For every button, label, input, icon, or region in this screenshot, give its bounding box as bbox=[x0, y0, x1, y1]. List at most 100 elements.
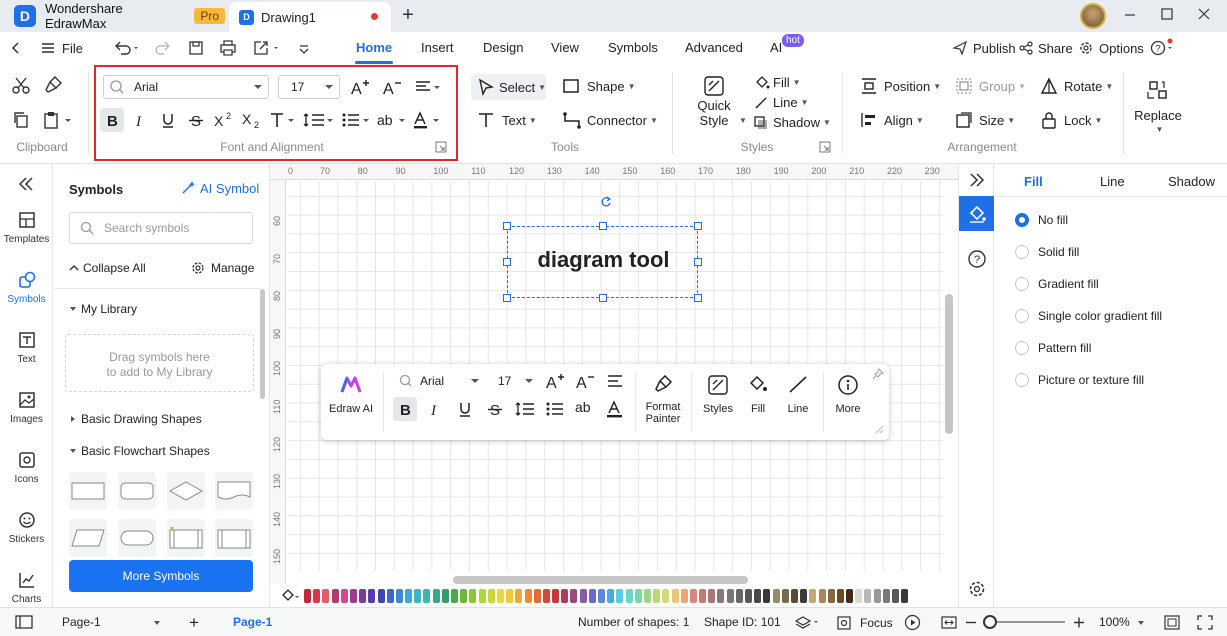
page-select[interactable]: Page-1 bbox=[62, 608, 162, 636]
basic-drawing-shapes-section[interactable]: Basic Drawing Shapes bbox=[68, 412, 202, 426]
rail-item-templates[interactable]: Templates bbox=[0, 209, 53, 245]
color-swatch[interactable] bbox=[414, 589, 422, 603]
color-swatch[interactable] bbox=[846, 589, 854, 603]
increase-font-button[interactable]: A bbox=[348, 75, 372, 99]
fill-option-single-gradient[interactable]: Single color gradient fill bbox=[1015, 307, 1162, 325]
line-button[interactable]: Line ▼ bbox=[754, 95, 809, 110]
color-swatch[interactable] bbox=[340, 589, 348, 603]
color-swatch[interactable] bbox=[487, 589, 495, 603]
pin-toolbar-button[interactable] bbox=[872, 368, 884, 380]
minimize-button[interactable] bbox=[1112, 0, 1148, 30]
tab-symbols[interactable]: Symbols bbox=[608, 32, 658, 64]
zoom-slider-track[interactable] bbox=[985, 621, 1065, 623]
save-button[interactable] bbox=[187, 39, 205, 57]
line-spacing-button[interactable] bbox=[302, 108, 336, 132]
color-swatch[interactable] bbox=[542, 589, 550, 603]
shape-tool-button[interactable]: Shape ▼ bbox=[562, 77, 636, 95]
shadow-button[interactable]: Shadow ▼ bbox=[754, 115, 831, 130]
zoom-in-button[interactable] bbox=[1071, 614, 1087, 631]
tab-shadow[interactable]: Shadow bbox=[1168, 174, 1215, 189]
resize-handle[interactable] bbox=[503, 294, 511, 302]
color-swatch[interactable] bbox=[368, 589, 376, 603]
color-swatch[interactable] bbox=[754, 589, 762, 603]
float-font-family-select[interactable]: Arial bbox=[395, 370, 483, 392]
color-swatch[interactable] bbox=[708, 589, 716, 603]
fit-page-button[interactable] bbox=[1163, 614, 1181, 631]
text-direction-button[interactable]: ab bbox=[376, 108, 408, 132]
color-swatch[interactable] bbox=[790, 589, 798, 603]
resize-handle[interactable] bbox=[694, 294, 702, 302]
color-swatch[interactable] bbox=[689, 589, 697, 603]
tab-insert[interactable]: Insert bbox=[421, 32, 454, 64]
color-swatch[interactable] bbox=[699, 589, 707, 603]
color-swatch[interactable] bbox=[800, 589, 808, 603]
color-swatch[interactable] bbox=[662, 589, 670, 603]
float-line-button[interactable]: Line bbox=[781, 374, 815, 415]
fill-option-none[interactable]: No fill bbox=[1015, 211, 1068, 229]
float-font-color-button[interactable] bbox=[603, 397, 627, 421]
color-swatch[interactable] bbox=[634, 589, 642, 603]
format-brush-button[interactable] bbox=[42, 74, 64, 96]
bullet-list-button[interactable] bbox=[340, 108, 372, 132]
color-swatch[interactable] bbox=[377, 589, 385, 603]
symbols-scrollbar[interactable] bbox=[260, 289, 265, 399]
color-swatch[interactable] bbox=[423, 589, 431, 603]
fit-width-button[interactable] bbox=[940, 614, 958, 631]
color-swatch[interactable] bbox=[533, 589, 541, 603]
share-button[interactable]: Share bbox=[1018, 32, 1073, 64]
color-swatch[interactable] bbox=[809, 589, 817, 603]
tab-home[interactable]: Home bbox=[356, 32, 392, 64]
export-button[interactable] bbox=[252, 39, 282, 57]
float-increase-font-button[interactable]: A bbox=[543, 369, 567, 393]
resize-handle[interactable] bbox=[599, 294, 607, 302]
bold-button[interactable]: B bbox=[100, 108, 124, 132]
predefined-process-shape[interactable] bbox=[167, 519, 205, 557]
color-swatch[interactable] bbox=[818, 589, 826, 603]
float-strikethrough-button[interactable]: S bbox=[483, 397, 507, 421]
color-swatch[interactable] bbox=[763, 589, 771, 603]
back-button[interactable] bbox=[8, 40, 24, 56]
float-font-size-select[interactable]: 17 bbox=[491, 370, 537, 392]
rail-item-images[interactable]: Images bbox=[0, 389, 53, 425]
layers-button[interactable] bbox=[795, 615, 821, 631]
color-swatch[interactable] bbox=[386, 589, 394, 603]
color-swatch[interactable] bbox=[469, 589, 477, 603]
fill-option-picture[interactable]: Picture or texture fill bbox=[1015, 371, 1144, 389]
page-tab[interactable]: Page-1 bbox=[233, 608, 272, 636]
radio[interactable] bbox=[1015, 341, 1029, 355]
tab-fill[interactable]: Fill bbox=[1024, 174, 1043, 189]
decrease-font-button[interactable]: A bbox=[380, 75, 404, 99]
my-library-drop-zone[interactable]: Drag symbols here to add to My Library bbox=[65, 334, 254, 392]
help-button[interactable]: ? bbox=[966, 248, 988, 270]
styles-dialog-launcher[interactable] bbox=[819, 141, 831, 153]
color-swatch[interactable] bbox=[864, 589, 872, 603]
data-shape[interactable] bbox=[69, 519, 107, 557]
fill-option-gradient[interactable]: Gradient fill bbox=[1015, 275, 1099, 293]
tab-design[interactable]: Design bbox=[483, 32, 523, 64]
resize-handle[interactable] bbox=[694, 222, 702, 230]
zoom-select[interactable]: 100% bbox=[1099, 608, 1146, 636]
float-styles-button[interactable]: Styles bbox=[697, 374, 739, 415]
float-bold-button[interactable]: B bbox=[393, 397, 417, 421]
color-swatch[interactable] bbox=[579, 589, 587, 603]
color-swatch[interactable] bbox=[781, 589, 789, 603]
color-swatch[interactable] bbox=[855, 589, 863, 603]
resize-handle[interactable] bbox=[599, 222, 607, 230]
rail-item-text[interactable]: Text bbox=[0, 329, 53, 365]
color-swatch[interactable] bbox=[836, 589, 844, 603]
my-library-section[interactable]: My Library bbox=[68, 302, 137, 316]
color-swatch[interactable] bbox=[304, 589, 311, 603]
canvas-horizontal-scrollbar[interactable] bbox=[453, 576, 748, 584]
close-window-button[interactable] bbox=[1186, 0, 1222, 30]
play-button[interactable] bbox=[904, 614, 921, 631]
basic-flowchart-shapes-section[interactable]: Basic Flowchart Shapes bbox=[68, 444, 210, 458]
radio[interactable] bbox=[1015, 245, 1029, 259]
color-swatch[interactable] bbox=[653, 589, 661, 603]
fill-button[interactable]: Fill ▼ bbox=[754, 75, 801, 90]
fullscreen-button[interactable] bbox=[1196, 614, 1214, 631]
quick-access-menu-button[interactable] bbox=[296, 39, 312, 57]
tab-ai[interactable]: AI bbox=[770, 32, 782, 64]
more-symbols-button[interactable]: More Symbols bbox=[69, 560, 253, 592]
color-swatch[interactable] bbox=[313, 589, 321, 603]
color-swatch[interactable] bbox=[432, 589, 440, 603]
